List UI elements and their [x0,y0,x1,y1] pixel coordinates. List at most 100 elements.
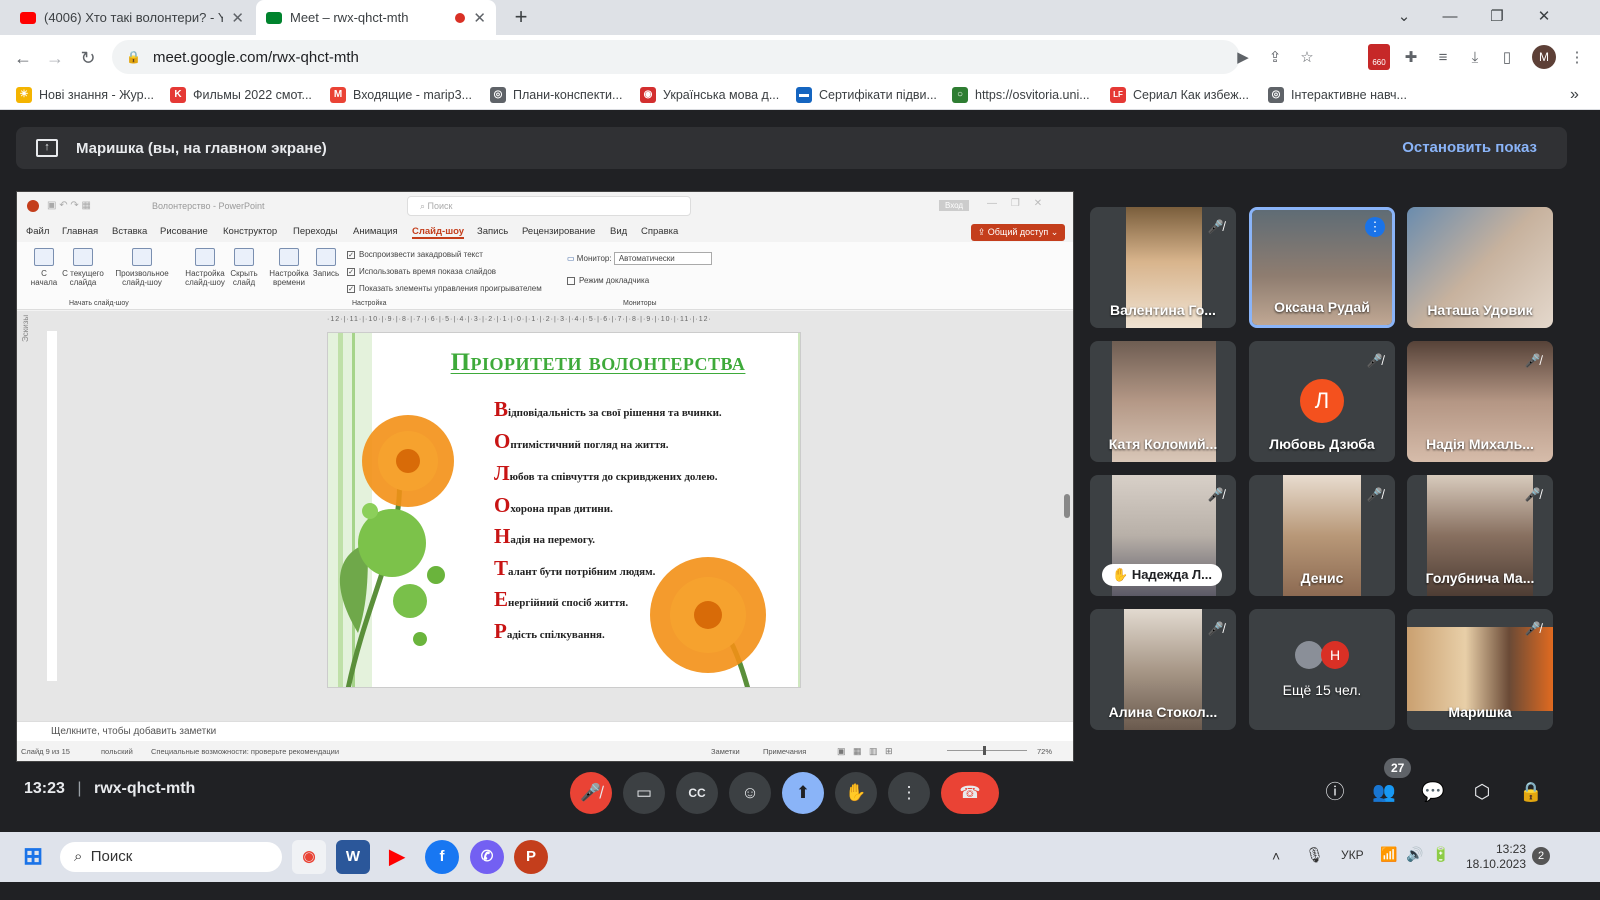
url-bar[interactable]: 🔒 meet.google.com/rwx-qhct-mth [112,40,1240,74]
narration-checkbox[interactable]: ✓ Воспроизвести закадровый текст [347,250,483,259]
menu-animations[interactable]: Анимация [353,226,398,237]
ppt-search[interactable]: ⌕ Поиск [407,196,691,216]
menu-home[interactable]: Главная [62,226,98,237]
timings-checkbox[interactable]: ✓ Использовать время показа слайдов [347,267,496,276]
tab-youtube[interactable]: (4006) Хто такі волонтери? - Yo ✕ [10,0,254,35]
from-current-button[interactable]: С текущего слайда [61,248,105,287]
word-icon[interactable]: W [336,840,370,874]
menu-record[interactable]: Запись [477,226,508,237]
comments-toggle[interactable]: Примечания [763,747,806,756]
menu-transitions[interactable]: Переходы [293,226,338,237]
participant-tile[interactable]: 🎤̸ Денис [1249,475,1395,596]
profile-avatar[interactable]: M [1532,45,1556,69]
present-button[interactable]: ⬆ [782,772,824,814]
media-icon[interactable]: ≡ [1432,47,1454,69]
captions-button[interactable]: CC [676,772,718,814]
people-button[interactable]: 👥 [1369,778,1399,808]
view-buttons[interactable]: ▣ ▦ ▥ ⊞ [837,746,893,757]
leave-call-button[interactable]: ☎ [941,772,999,814]
record-button[interactable]: Запись [311,248,341,278]
from-start-button[interactable]: С начала [27,248,61,287]
participant-tile-others[interactable]: Н Ещё 15 чел. [1249,609,1395,730]
participant-tile[interactable]: 🎤̸ ✋ Надежда Л... [1090,475,1236,596]
media-controls-checkbox[interactable]: ✓ Показать элементы управления проигрыват… [347,284,542,293]
tray-chevron-icon[interactable]: ˄ [1272,848,1280,864]
chrome-icon[interactable]: ◉ [292,840,326,874]
chat-button[interactable]: 💬 [1418,778,1448,808]
sidepanel-icon[interactable]: ▯ [1496,47,1518,69]
zoom-slider[interactable] [947,746,1027,755]
menu-help[interactable]: Справка [641,226,678,237]
extension-badge[interactable]: 660 [1368,44,1390,70]
sign-in-button[interactable]: Вход [939,200,970,211]
bookmarks-more-button[interactable]: » [1570,85,1579,105]
bookmark-item[interactable]: M Входящие - marip3... [330,85,472,105]
stop-presenting-button[interactable]: Остановить показ [1402,139,1537,156]
bookmark-item[interactable]: ▬ Сертифікати підви... [796,85,937,105]
share-icon[interactable]: ⇪ [1264,47,1286,69]
host-controls-button[interactable]: 🔒 [1516,778,1546,808]
participant-tile[interactable]: 🎤̸ Маришка [1407,609,1553,730]
extensions-icon[interactable]: ✚ [1400,47,1422,69]
rehearse-button[interactable]: Настройка времени [267,248,311,287]
more-options-button[interactable]: ⋮ [888,772,930,814]
bookmark-item[interactable]: ◉ Українська мова д... [640,85,779,105]
participant-tile[interactable]: ⋮ Оксана Рудай [1249,207,1395,328]
windows-start-icon[interactable]: ⊞ [16,840,50,874]
bookmark-item[interactable]: LF Сериал Как избеж... [1110,85,1249,105]
language-indicator[interactable]: УКР [1341,848,1364,862]
bookmark-item[interactable]: K Фильмы 2022 смот... [170,85,312,105]
camera-icon[interactable]: ▶ [1232,47,1254,69]
back-icon[interactable]: ← [10,45,36,71]
tab-meet[interactable]: Meet – rwx-qhct-mth ✕ [256,0,496,35]
volume-icon[interactable]: 🔊 [1406,846,1423,863]
bookmark-item[interactable]: ◎ Інтерактивне навч... [1268,85,1407,105]
powerpoint-icon[interactable]: P [514,840,548,874]
menu-file[interactable]: Файл [26,226,49,237]
language-status[interactable]: польский [101,747,133,756]
bookmark-item[interactable]: ○ https://osvitoria.uni... [952,85,1090,105]
menu-draw[interactable]: Рисование [160,226,208,237]
reactions-button[interactable]: ☺ [729,772,771,814]
scrollbar-thumb[interactable] [1064,494,1070,518]
participant-tile[interactable]: 🎤̸ Валентина Го... [1090,207,1236,328]
hide-slide-button[interactable]: Скрыть слайд [227,248,261,287]
menu-slideshow[interactable]: Слайд-шоу [412,226,465,239]
editor-scrollbar[interactable] [1063,314,1071,694]
participant-tile[interactable]: 🎤̸ Алина Стокол... [1090,609,1236,730]
camera-toggle-button[interactable]: ▭ [623,772,665,814]
ppt-share-button[interactable]: ⇪ Общий доступ ⌄ [971,224,1065,241]
youtube-icon[interactable]: ▶ [380,840,414,874]
menu-insert[interactable]: Вставка [112,226,147,237]
participant-tile[interactable]: 🎤̸ Л Любовь Дзюба [1249,341,1395,462]
minimize-button[interactable]: — [1430,4,1470,30]
mic-tray-icon[interactable]: 🎙 [1305,846,1324,864]
presenter-view-checkbox[interactable]: Режим докладчика [567,276,649,285]
viber-icon[interactable]: ✆ [470,840,504,874]
setup-show-button[interactable]: Настройка слайд-шоу [183,248,227,287]
menu-review[interactable]: Рецензирование [522,226,595,237]
close-icon[interactable]: ✕ [473,9,486,27]
zoom-slider-thumb[interactable] [983,746,986,755]
custom-show-button[interactable]: Произвольное слайд-шоу [111,248,173,287]
mic-toggle-button[interactable]: 🎤̸ [570,772,612,814]
raise-hand-button[interactable]: ✋ [835,772,877,814]
menu-design[interactable]: Конструктор [223,226,277,237]
reload-icon[interactable]: ↻ [75,45,101,71]
close-icon[interactable]: ✕ [231,9,244,27]
new-tab-button[interactable]: + [508,4,534,30]
facebook-icon[interactable]: f [425,840,459,874]
download-icon[interactable]: ⤓ [1464,47,1486,69]
notes-toggle[interactable]: Заметки [711,747,740,756]
menu-view[interactable]: Вид [610,226,627,237]
menu-kebab-icon[interactable]: ⋮ [1566,47,1588,69]
participant-tile[interactable]: Наташа Удовик [1407,207,1553,328]
meeting-details-button[interactable]: ⓘ [1320,778,1350,808]
battery-icon[interactable]: 🔋 [1432,846,1449,863]
star-icon[interactable]: ☆ [1296,47,1318,69]
activities-button[interactable]: ⬡ [1467,778,1497,808]
participant-tile[interactable]: 🎤̸ Голубнича Ма... [1407,475,1553,596]
monitor-select[interactable]: ▭ Монитор: Автоматически [567,252,712,265]
forward-icon[interactable]: → [42,45,68,71]
notifications-badge[interactable]: 2 [1532,847,1550,865]
